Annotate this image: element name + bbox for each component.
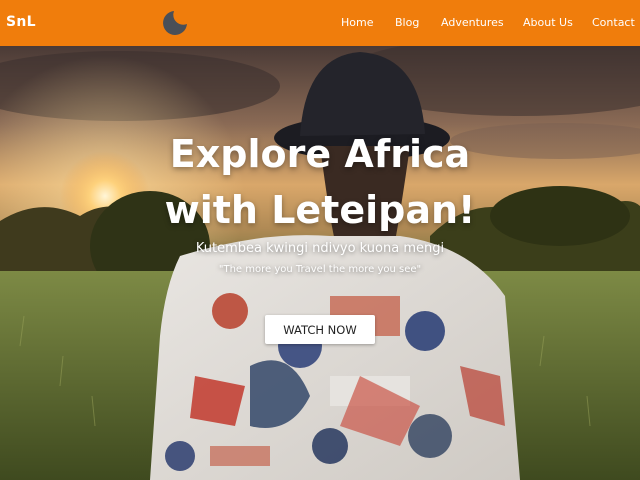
hero-title-line1: Explore Africa [169,132,471,176]
nav-link-adventures[interactable]: Adventures [441,16,504,29]
hero-subtitle: Kutembea kwingi ndivyo kuona mengi [195,241,445,256]
brand-logo[interactable]: SnL [6,14,36,30]
hero-title-line2: with Leteipan! [164,188,476,232]
hero-quote: "The more you Travel the more you see" [218,264,422,275]
hero-title: Explore Africa with Leteipan! [0,126,640,238]
watch-now-button[interactable]: WATCH NOW [265,315,375,344]
nav-link-home[interactable]: Home [341,16,373,29]
top-navbar: SnL Home Blog Adventures About Us Contac… [0,0,640,46]
nav-link-blog[interactable]: Blog [395,16,419,29]
moon-icon[interactable] [161,9,189,37]
nav-link-contact[interactable]: Contact [592,16,635,29]
nav-link-about-us[interactable]: About Us [523,16,573,29]
hero-section: Explore Africa with Leteipan! Kutembea k… [0,46,640,480]
hero-background-photo [0,46,640,480]
